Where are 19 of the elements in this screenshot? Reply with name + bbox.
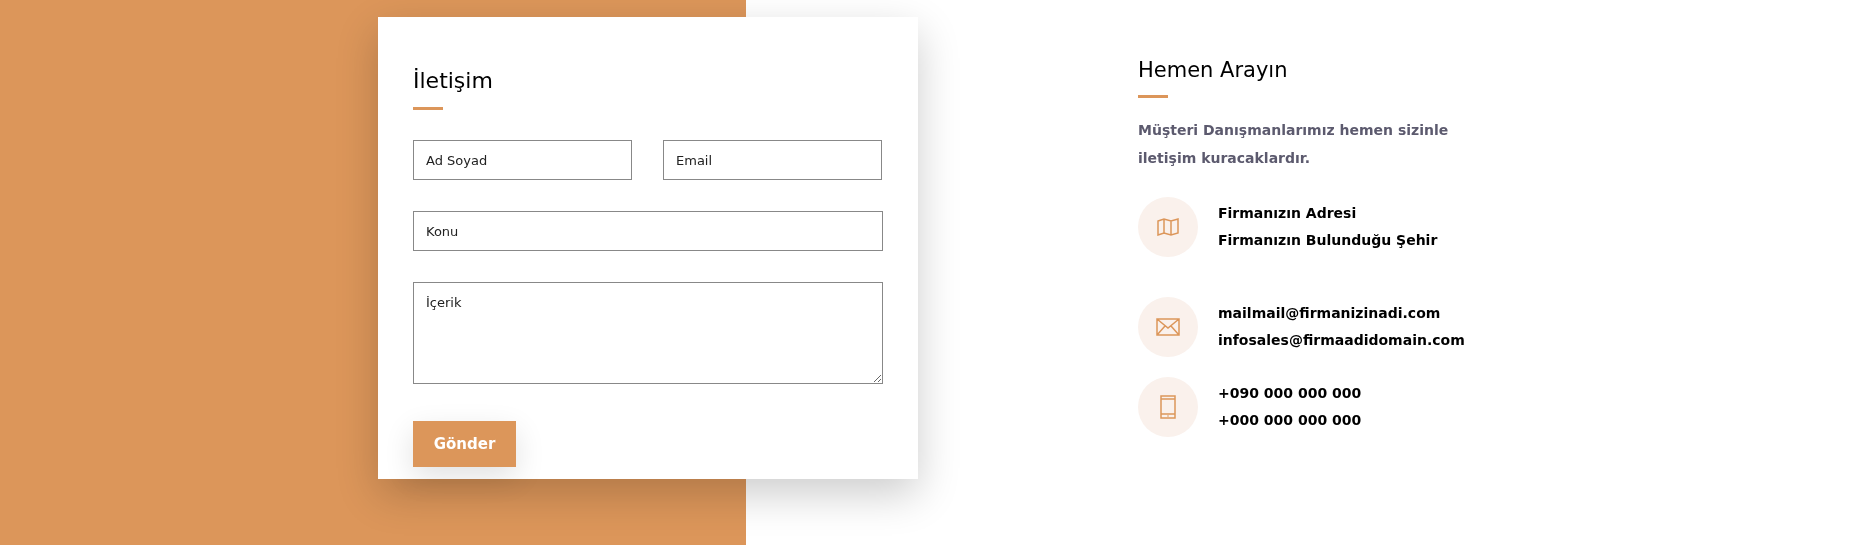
title-underline (413, 107, 443, 110)
address-text: Firmanızın Bulunduğu Şehir (1218, 231, 1438, 250)
address-text: Firmanızın Adresi (1218, 204, 1358, 223)
email-address: mailmail@firmanizinadi.com (1218, 304, 1442, 323)
input-field[interactable]: Konu (413, 211, 883, 251)
form-title: İletişim (413, 67, 494, 95)
phone-number: +090 000 000 000 (1218, 384, 1362, 403)
title-underline (1138, 95, 1168, 98)
mail-icon (1156, 318, 1180, 336)
email-address: infosales@firmaadidomain.com (1218, 331, 1465, 350)
submit-button[interactable]: Gönder (413, 421, 516, 467)
input-field[interactable]: Email (663, 140, 882, 180)
description-text: Müşteri Danışmanlarımız hemen sizinle iletişim kuracaklardır. (1138, 121, 1450, 168)
phone-number: +000 000 000 000 (1218, 411, 1362, 430)
input-field[interactable]: Ad Soyad (413, 140, 632, 180)
message-field[interactable]: İçerik (413, 282, 883, 384)
map-icon (1157, 218, 1179, 236)
section-title: Hemen Arayın (1138, 57, 1289, 84)
phone-icon (1160, 395, 1176, 419)
